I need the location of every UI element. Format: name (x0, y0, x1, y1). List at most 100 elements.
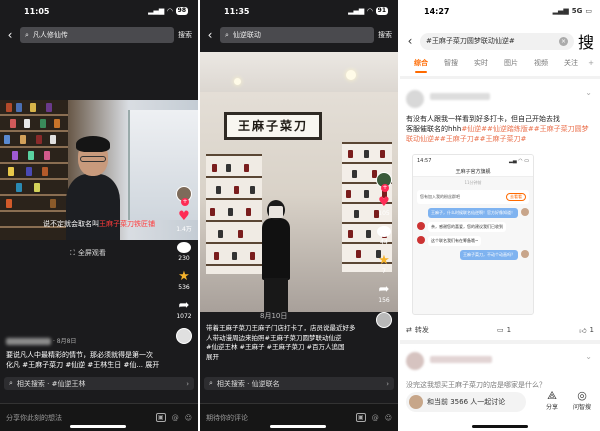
image-icon[interactable]: ▣ (355, 413, 366, 422)
share-arrow-icon[interactable]: ➦ (179, 299, 190, 313)
tab-images[interactable]: 图片 (496, 58, 526, 68)
search-icon: ⌕ (209, 379, 213, 387)
music-disc-icon[interactable] (376, 312, 392, 328)
search-input[interactable]: ⌕ 仙逆联动 (220, 27, 374, 43)
video-caption[interactable]: 带着王麻子菜刀王麻子门店打卡了，店员说最近好多 人带动漫周边来拍照#王麻子菜刀圆… (206, 324, 374, 362)
favorite-count: 536 (178, 284, 190, 291)
comment-bubble-icon[interactable] (377, 226, 391, 237)
search-icon: ⌕ (9, 379, 13, 387)
store-sign-image: 王麻子菜刀 (224, 112, 322, 140)
ask-smart-search-button[interactable]: ◎ 问智搜 (568, 390, 596, 412)
search-query: 仙逆联动 (232, 31, 261, 39)
image-icon[interactable]: ▣ (155, 413, 166, 422)
tab-realtime[interactable]: 实时 (466, 58, 496, 68)
chat-message: 亲，感谢您的喜爱，您的建议我们已收到 (417, 222, 529, 232)
wifi-icon: ◠ (367, 7, 373, 15)
share-button[interactable]: ⟁ 分享 (538, 390, 566, 412)
author-avatar[interactable]: + (376, 172, 392, 192)
chat-screenshot-image[interactable]: 14:57 ▂▄ ◠ ▭ 王麻子官方旗舰 11分钟前 您有加入我的粉丝群吧 去看… (412, 154, 534, 315)
clear-icon[interactable]: × (558, 36, 568, 46)
at-icon[interactable]: @ (372, 414, 379, 422)
more-chevron-icon[interactable]: ⌄ (585, 88, 592, 97)
status-time: 11:35 (224, 6, 250, 16)
search-button[interactable]: 搜索 (378, 30, 392, 40)
chat-header: 王麻子官方旗舰 (413, 167, 533, 177)
comment-input[interactable]: 分享你此刻的想法 (6, 413, 150, 423)
tab-add-icon[interactable]: + (586, 59, 596, 67)
author-avatar[interactable]: + (176, 186, 192, 206)
discussion-input[interactable]: 和当前 3566 人一起讨论 (406, 392, 526, 412)
comment-input[interactable]: 期待你的评论 (206, 413, 350, 423)
signal-icon: ▂▄▆ (348, 7, 365, 15)
search-button[interactable]: 搜 (578, 29, 594, 53)
comment-icon: ▭ (496, 326, 504, 334)
tab-smart-search[interactable]: 智搜 (436, 58, 466, 68)
video-subtitle: 说不定就会取名叫王麻子菜刀铁匠铺 (43, 220, 155, 228)
post-date: · 8月8日 (52, 338, 77, 345)
follow-plus-icon[interactable]: + (181, 198, 189, 206)
related-search[interactable]: ⌕ 相关搜索 · #仙逆王林 › (4, 377, 194, 390)
status-time: 14:27 (424, 6, 450, 16)
favorite-star-icon[interactable]: ★ (178, 270, 190, 284)
back-arrow-icon[interactable]: ‹ (204, 29, 216, 41)
repost-button[interactable]: ⇄ 转发 (406, 325, 429, 335)
thumbs-up-icon: 👍︎ (579, 326, 587, 335)
chevron-right-icon: › (386, 379, 389, 388)
chat-message: 王麻子菜刀，不动个动画吗？ (417, 250, 529, 260)
back-arrow-icon[interactable]: ‹ (4, 29, 16, 41)
search-button[interactable]: 搜索 (178, 30, 192, 40)
emoji-icon[interactable]: ☺ (385, 414, 392, 422)
more-chevron-icon[interactable]: ⌄ (585, 352, 592, 361)
battery-icon: 91 (375, 7, 388, 15)
fullscreen-button[interactable]: ⛶ 全屏观看 (70, 248, 106, 258)
favorite-star-icon[interactable]: ★ (378, 254, 390, 268)
like-button[interactable]: 👍︎ 1 (579, 325, 594, 335)
search-query: 凡人修仙传 (32, 31, 68, 39)
like-count: 105 (378, 210, 390, 217)
status-bar: 14:27 ▂▄▆ 5G ▭ (400, 0, 600, 22)
battery-icon: ▭ (585, 7, 592, 15)
chat-system-card: 您有加入我的粉丝群吧 去看看 (417, 190, 529, 204)
ceiling-lamp-image (234, 78, 241, 85)
post-date: 8月10日 (260, 312, 288, 320)
tab-comprehensive[interactable]: 综合 (406, 58, 436, 73)
search-input[interactable]: ⌕ 凡人修仙传 (20, 27, 174, 43)
video-caption[interactable]: 要说凡人中最精彩的情节，那必须就得是第一次 化凡 #王麻子菜刀 #仙逆 #王林生… (6, 350, 166, 370)
like-heart-icon[interactable]: ♥ (178, 210, 190, 224)
video-panel-1: 11:05 ▂▄▆ ◠ 98 ‹ ⌕ 凡人修仙传 搜索 说不定就会取名叫王麻子菜… (0, 0, 198, 431)
action-rail: + ♥ 105 44 ★ 7 ➦ 156 (374, 172, 394, 328)
video-panel-2: 11:35 ▂▄▆ ◠ 91 ‹ ⌕ 仙逆联动 搜索 王麻子菜刀 + ♥ 105… (200, 0, 398, 431)
comment-button[interactable]: ▭ 1 (497, 325, 511, 335)
emoji-icon[interactable]: ☺ (185, 414, 192, 422)
poster-avatar[interactable] (406, 90, 424, 108)
post-text[interactable]: 有没有人跟我一样看到好多打卡，但自己开始去找 客服催联名的hhh#仙逆##仙逆踏… (406, 114, 594, 144)
share-arrow-icon[interactable]: ➦ (379, 283, 390, 297)
signal-icon: ▂▄▆ (552, 7, 569, 15)
back-arrow-icon[interactable]: ‹ (404, 35, 416, 47)
home-indicator (472, 425, 528, 428)
next-post[interactable]: ⌄ 没完这我想买王麻子菜刀的店是哪家是什么？ (406, 350, 594, 390)
music-disc-icon[interactable] (176, 328, 192, 344)
comment-count: 44 (380, 239, 388, 246)
at-icon[interactable]: @ (172, 414, 179, 422)
like-heart-icon[interactable]: ♥ (378, 196, 390, 210)
wifi-icon: ◠ (167, 7, 173, 15)
store-shelf-image (206, 154, 262, 274)
comment-bubble-icon[interactable] (177, 242, 191, 253)
search-input[interactable]: #王麻子菜刀圆梦联动仙逆# × (420, 32, 574, 50)
home-indicator (70, 425, 126, 428)
tab-videos[interactable]: 视频 (526, 58, 556, 68)
network-type: 5G (571, 7, 583, 15)
repost-icon: ⇄ (406, 326, 412, 334)
status-time: 11:05 (24, 6, 50, 16)
tab-following[interactable]: 关注 (556, 58, 586, 68)
share-count: 156 (378, 297, 390, 304)
search-row: ‹ #王麻子菜刀圆梦联动仙逆# × 搜 (404, 29, 594, 53)
search-icon: ⌕ (25, 30, 29, 39)
poster-name (430, 356, 492, 363)
search-icon: ⌕ (225, 30, 229, 39)
post-meta: @xxxxxxxxxxx · 8月8日 (6, 336, 76, 345)
related-search[interactable]: ⌕ 相关搜索 · 仙逆联名 › (204, 377, 394, 390)
video-frame[interactable]: 王麻子菜刀 (200, 52, 398, 312)
follow-plus-icon[interactable]: + (381, 184, 389, 192)
